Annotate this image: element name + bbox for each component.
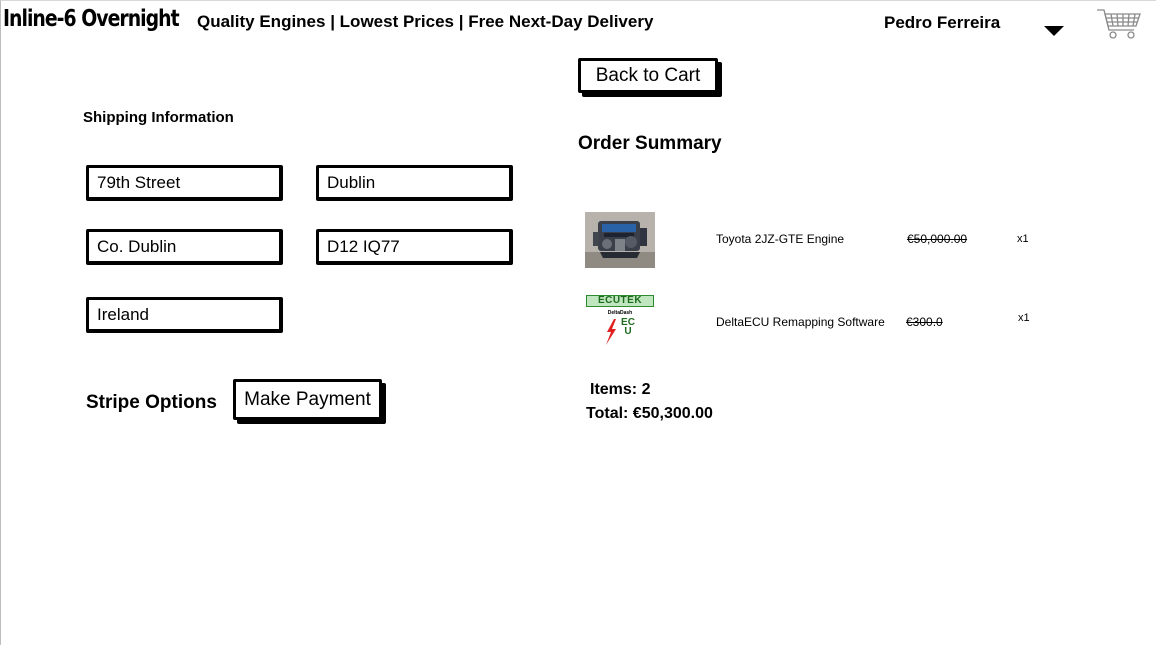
user-name[interactable]: Pedro Ferreira: [884, 13, 1000, 33]
item-price: €300.0: [906, 315, 943, 329]
city-field[interactable]: [316, 165, 513, 201]
item-name: Toyota 2JZ-GTE Engine: [716, 232, 845, 246]
item-quantity: x1: [1018, 312, 1030, 324]
item-name: DeltaECU Remapping Software: [716, 315, 885, 329]
order-total: Total: €50,300.00: [586, 405, 713, 422]
county-field[interactable]: [86, 229, 283, 265]
street-field[interactable]: [86, 165, 283, 201]
items-count: Items: 2: [590, 381, 651, 398]
deltadash-logo-text: DeltaDash: [607, 310, 633, 316]
stripe-options-label: Stripe Options: [86, 392, 217, 413]
shipping-title: Shipping Information: [83, 109, 234, 126]
country-field[interactable]: [86, 297, 283, 333]
make-payment-button[interactable]: Make Payment: [233, 379, 382, 420]
item-price: €50,000.00: [907, 232, 968, 246]
postcode-field[interactable]: [316, 229, 513, 265]
caret-down-icon[interactable]: [1044, 26, 1064, 36]
brand-logo[interactable]: Inline-6 Overnight: [3, 6, 180, 32]
engine-image: [585, 212, 655, 268]
ecutek-logo-text: ECUTEK: [586, 295, 654, 307]
order-summary-title: Order Summary: [578, 133, 722, 154]
lightning-bolt-icon: [606, 319, 616, 345]
ecutek-logo-image: ECUTEK DeltaDash ECU: [585, 295, 655, 351]
ecu-logo-text: ECU: [621, 317, 635, 337]
tagline: Quality Engines | Lowest Prices | Free N…: [197, 12, 654, 31]
shopping-cart-icon[interactable]: [1096, 6, 1142, 40]
item-quantity: x1: [1017, 233, 1029, 245]
back-to-cart-button[interactable]: Back to Cart: [578, 58, 718, 93]
